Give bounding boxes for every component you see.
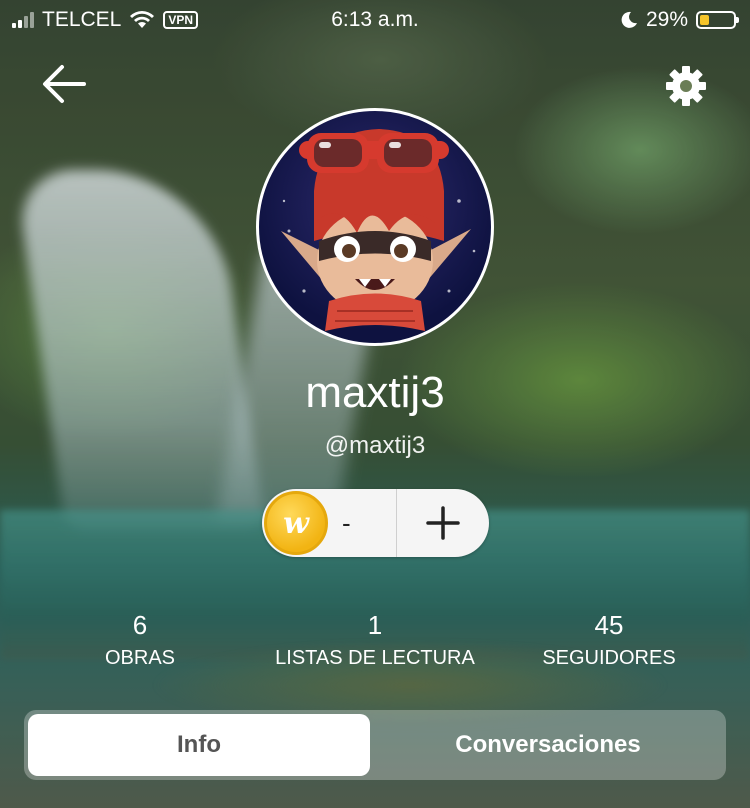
status-bar: TELCEL VPN 6:13 a.m. 29%: [0, 0, 750, 40]
stat-followers[interactable]: 45 SEGUIDORES: [530, 610, 688, 670]
battery-percent: 29%: [645, 8, 688, 31]
username: @maxtij3: [324, 432, 426, 459]
profile-tabs: Info Conversaciones: [24, 710, 726, 780]
battery-icon: [696, 11, 739, 29]
stat-value: 1: [367, 610, 383, 640]
moon-icon: [621, 11, 637, 28]
stat-value: 45: [594, 610, 624, 640]
back-button[interactable]: [40, 62, 88, 106]
stat-label: OBRAS: [104, 647, 176, 669]
display-name: maxtij3: [305, 368, 445, 417]
back-arrow-icon: [43, 65, 86, 103]
settings-button[interactable]: [664, 64, 708, 108]
wattpad-coin-icon: w: [264, 491, 328, 555]
stat-label: SEGUIDORES: [542, 647, 676, 669]
avatar-image: [281, 129, 476, 331]
gear-icon: [666, 66, 706, 106]
add-coins-button[interactable]: [397, 505, 489, 541]
coin-balance-pill: w -: [262, 489, 489, 557]
stat-label: LISTAS DE LECTURA: [275, 647, 475, 669]
profile-stats: 6 OBRAS 1 LISTAS DE LECTURA 45 SEGUIDORE…: [0, 610, 750, 680]
stat-works[interactable]: 6 OBRAS: [90, 610, 190, 670]
status-right-group: 29%: [620, 8, 739, 32]
tab-conversations[interactable]: Conversaciones: [374, 714, 722, 776]
stat-reading-lists[interactable]: 1 LISTAS DE LECTURA: [260, 610, 490, 670]
plus-icon: [426, 506, 460, 540]
avatar[interactable]: [256, 108, 494, 346]
coin-letter: w: [283, 505, 309, 541]
coin-balance: -: [342, 507, 351, 538]
stat-value: 6: [132, 610, 148, 640]
tab-info[interactable]: Info: [28, 714, 370, 776]
